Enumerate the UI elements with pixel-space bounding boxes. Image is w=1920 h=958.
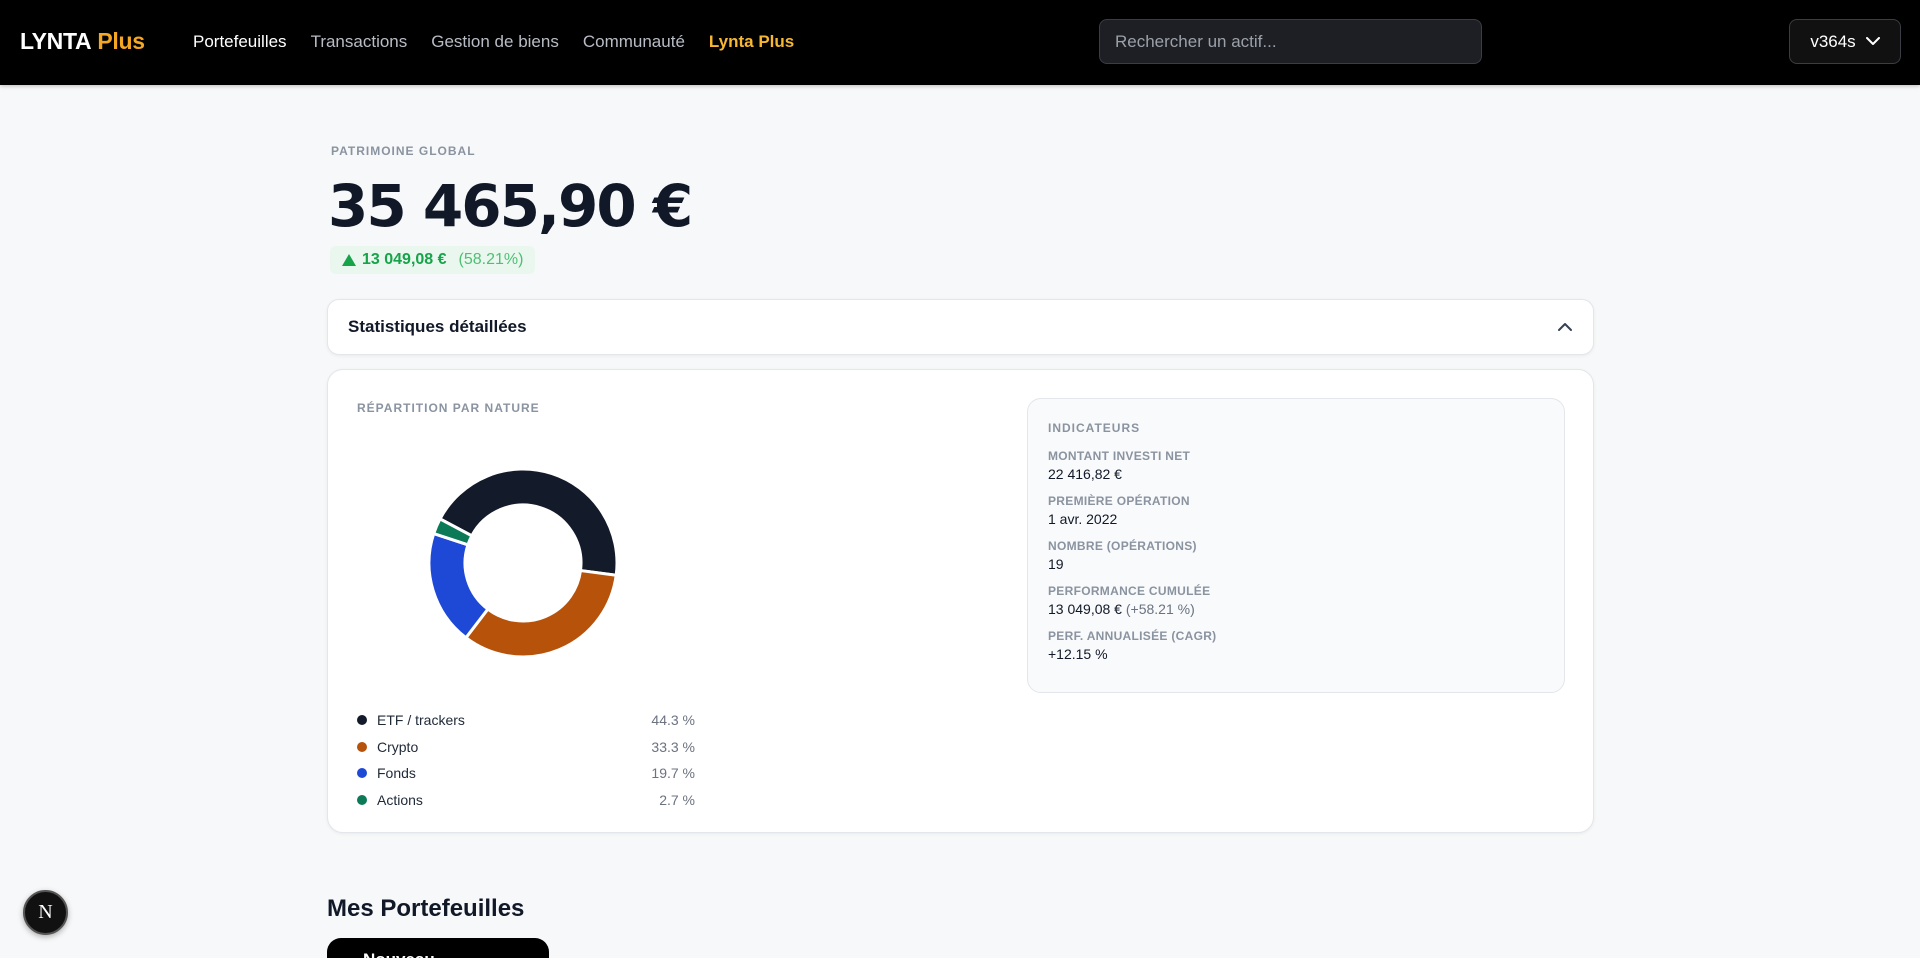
legend-item-crypto: Crypto 33.3 % [357,734,695,761]
legend-value: 19.7 % [651,765,695,782]
indicator-key: NOMBRE (OPÉRATIONS) [1048,539,1197,553]
legend-dot-etf [357,715,367,726]
dev-indicator-button[interactable]: N [23,890,68,935]
indicator-value-sub: (+58.21 %) [1125,601,1195,617]
legend-dot-crypto [357,741,367,752]
legend-item-fonds: Fonds 19.7 % [357,760,695,787]
indicator-value: 13 049,08 € (+58.21 %) [1048,601,1544,617]
legend-name: Fonds [377,765,416,782]
dev-indicator-letter: N [38,901,53,923]
legend-dot-fonds [357,768,367,779]
indicators-panel: INDICATEURS MONTANT INVESTI NET 22 416,8… [1027,398,1565,693]
indicator-value: 1 avr. 2022 [1048,511,1544,527]
indicator-value-text: 13 049,08 € [1048,601,1122,617]
stats-toggle-button[interactable]: Statistiques détaillées [327,299,1594,355]
wealth-label: PATRIMOINE GLOBAL [331,144,476,158]
donut-slice-fonds [428,531,490,640]
legend-value: 33.3 % [651,738,695,755]
donut-slice-crypto [463,568,618,658]
indicators-title: INDICATEURS [1048,421,1141,435]
main-nav: Portefeuilles Transactions Gestion de bi… [193,32,818,52]
indicator-net-invested: MONTANT INVESTI NET 22 416,82 € [1048,449,1544,482]
legend-name: Actions [377,791,423,808]
username: v364s [1810,31,1856,51]
indicator-operations-count: NOMBRE (OPÉRATIONS) 19 [1048,539,1544,572]
legend-value: 44.3 % [651,712,695,729]
indicator-value-text: 22 416,82 € [1048,466,1122,482]
nav-lynta-plus[interactable]: Lynta Plus [709,32,794,52]
performance-amount: 13 049,08 € [362,251,447,268]
indicator-key: PERF. ANNUALISÉE (CAGR) [1048,629,1217,643]
logo-text: LYNTA [20,28,92,54]
legend-dot-actions [357,794,367,805]
new-portfolio-label: Nouveau portefeuille [363,950,455,958]
indicator-key: PREMIÈRE OPÉRATION [1048,494,1190,508]
legend-value: 2.7 % [659,791,695,808]
indicator-first-operation: PREMIÈRE OPÉRATION 1 avr. 2022 [1048,494,1544,527]
nav-communaute[interactable]: Communauté [583,32,685,52]
portfolios-heading: Mes Portefeuilles [327,895,525,922]
top-navbar: LYNTA Plus Portefeuilles Transactions Ges… [0,0,1920,85]
performance-badge: 13 049,08 € (58.21%) [330,246,536,274]
nav-gestion-de-biens[interactable]: Gestion de biens [431,32,559,52]
arrow-up-icon [342,254,356,266]
stats-toggle-title: Statistiques détaillées [348,317,527,336]
indicator-cagr: PERF. ANNUALISÉE (CAGR) +12.15 % [1048,629,1544,662]
legend-name: ETF / trackers [377,712,465,729]
indicator-value: +12.15 % [1048,646,1544,662]
user-menu-button[interactable]: v364s [1789,19,1901,64]
wealth-total: 35 465,90 € [328,172,693,240]
indicator-key: PERFORMANCE CUMULÉE [1048,584,1211,598]
new-portfolio-button[interactable]: Nouveau portefeuille [327,938,549,958]
legend-name: Crypto [377,738,419,755]
logo-plus-text: Plus [97,28,145,54]
chevron-down-icon [1865,37,1880,45]
search-input[interactable] [1099,19,1482,64]
nav-portefeuilles[interactable]: Portefeuilles [193,32,287,52]
distribution-donut-chart [428,468,618,658]
indicator-value-text: 1 avr. 2022 [1048,511,1118,527]
indicator-value-text: +12.15 % [1048,646,1108,662]
nav-transactions[interactable]: Transactions [311,32,408,52]
indicator-cumulative-performance: PERFORMANCE CUMULÉE 13 049,08 € (+58.21 … [1048,584,1544,617]
performance-percent: (58.21%) [458,251,524,268]
stats-card: RÉPARTITION PAR NATURE ETF / trackers 44… [327,369,1594,833]
chevron-up-icon [1558,323,1572,331]
legend-item-actions: Actions 2.7 % [357,787,695,814]
indicator-value: 19 [1048,556,1544,572]
distribution-legend: ETF / trackers 44.3 % Crypto 33.3 % Fond… [357,707,695,813]
indicator-key: MONTANT INVESTI NET [1048,449,1191,463]
distribution-label: RÉPARTITION PAR NATURE [357,401,540,415]
logo[interactable]: LYNTA Plus [20,28,145,55]
legend-item-etf: ETF / trackers 44.3 % [357,707,695,734]
indicator-value: 22 416,82 € [1048,466,1544,482]
indicator-value-text: 19 [1048,556,1064,572]
